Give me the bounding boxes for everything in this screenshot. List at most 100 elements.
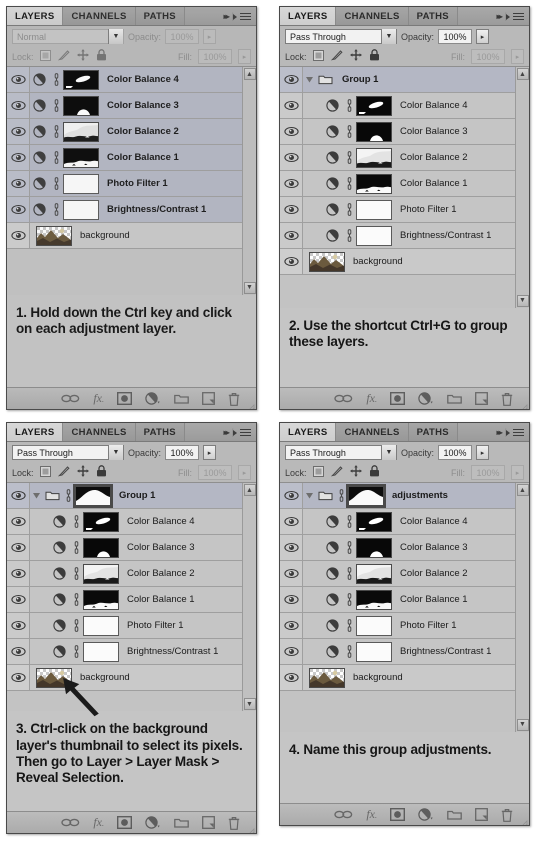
layer-name-label[interactable]: Color Balance 3	[392, 542, 468, 553]
blend-mode-select[interactable]: Pass Through ▼	[285, 445, 397, 460]
layer-name-label[interactable]: background	[345, 256, 403, 267]
layer-row[interactable]: Color Balance 2	[280, 145, 515, 171]
mask-link-icon[interactable]	[342, 203, 356, 216]
new-adjustment-layer-icon[interactable]	[145, 816, 161, 829]
adjustment-layer-icon[interactable]	[323, 99, 342, 112]
layer-name-label[interactable]: Color Balance 2	[392, 568, 468, 579]
tab-channels[interactable]: CHANNELS	[336, 423, 409, 441]
scroll-down-button[interactable]: ▼	[243, 698, 256, 711]
layer-name-label[interactable]: Color Balance 1	[99, 152, 179, 163]
group-layer-mask-thumbnail[interactable]	[346, 483, 386, 508]
visibility-toggle-icon[interactable]	[7, 197, 30, 222]
collapse-to-icons-icon[interactable]: ▸▸	[224, 428, 230, 437]
mask-link-icon[interactable]	[49, 203, 63, 216]
new-layer-icon[interactable]	[202, 816, 215, 829]
layer-mask-thumbnail[interactable]	[63, 173, 99, 194]
fill-stepper[interactable]: ▸	[238, 49, 251, 64]
layer-row[interactable]: Color Balance 1	[7, 587, 242, 613]
layer-mask-thumbnail[interactable]	[356, 537, 392, 558]
fill-stepper[interactable]: ▸	[511, 465, 524, 480]
lock-image-pixels-icon[interactable]	[330, 464, 343, 482]
layer-row[interactable]: Color Balance 4	[280, 509, 515, 535]
visibility-toggle-icon[interactable]	[280, 587, 303, 612]
visibility-toggle-icon[interactable]	[7, 67, 30, 92]
blend-mode-select[interactable]: Pass Through ▼	[12, 445, 124, 460]
tab-layers[interactable]: LAYERS	[7, 423, 64, 441]
layer-mask-thumbnail[interactable]	[356, 511, 392, 532]
group-layer-mask-thumbnail[interactable]	[73, 483, 113, 508]
collapse-to-icons-icon[interactable]: ▸▸	[224, 12, 230, 21]
adjustment-layer-icon[interactable]	[323, 177, 342, 190]
layer-mask-thumbnail[interactable]	[356, 147, 392, 168]
lock-image-pixels-icon[interactable]	[57, 48, 70, 66]
visibility-toggle-icon[interactable]	[280, 665, 303, 690]
visibility-toggle-icon[interactable]	[280, 509, 303, 534]
layer-row[interactable]: Color Balance 1	[280, 587, 515, 613]
visibility-toggle-icon[interactable]	[7, 223, 30, 248]
opacity-stepper[interactable]: ▸	[203, 29, 217, 44]
layer-name-label[interactable]: Color Balance 1	[392, 178, 468, 189]
fill-input[interactable]: 100%	[471, 465, 505, 480]
adjustment-layer-icon[interactable]	[323, 619, 342, 632]
layer-name-label[interactable]: Color Balance 1	[392, 594, 468, 605]
layer-row[interactable]: Color Balance 4	[7, 509, 242, 535]
fill-input[interactable]: 100%	[471, 49, 505, 64]
mask-link-icon[interactable]	[69, 515, 83, 528]
mask-link-icon[interactable]	[334, 489, 348, 502]
visibility-toggle-icon[interactable]	[280, 145, 303, 170]
layer-name-label[interactable]: Brightness/Contrast 1	[99, 204, 206, 215]
layer-mask-thumbnail[interactable]	[83, 589, 119, 610]
chevron-down-icon[interactable]: ▼	[108, 29, 123, 44]
layer-mask-thumbnail[interactable]	[356, 121, 392, 142]
adjustment-layer-icon[interactable]	[50, 593, 69, 606]
layer-name-label[interactable]: Photo Filter 1	[119, 620, 184, 631]
opacity-input[interactable]: 100%	[438, 29, 473, 44]
fill-input[interactable]: 100%	[198, 465, 232, 480]
layer-style-fx-icon[interactable]: fx.	[93, 815, 104, 830]
layer-group-row[interactable]: Group 1	[280, 67, 515, 93]
mask-link-icon[interactable]	[69, 645, 83, 658]
mask-link-icon[interactable]	[342, 151, 356, 164]
mask-link-icon[interactable]	[49, 177, 63, 190]
delete-layer-icon[interactable]	[228, 816, 240, 830]
layer-row[interactable]: Color Balance 2	[7, 119, 242, 145]
resize-grip-icon[interactable]	[519, 816, 528, 825]
layer-name-label[interactable]: Color Balance 3	[119, 542, 195, 553]
adjustment-layer-icon[interactable]	[323, 203, 342, 216]
layer-name-label[interactable]: Group 1	[334, 74, 378, 85]
fill-stepper[interactable]: ▸	[511, 49, 524, 64]
layer-name-label[interactable]: Color Balance 1	[119, 594, 195, 605]
adjustment-layer-icon[interactable]	[50, 619, 69, 632]
lock-position-icon[interactable]	[349, 464, 362, 482]
fill-stepper[interactable]: ▸	[238, 465, 251, 480]
layer-name-label[interactable]: background	[345, 672, 403, 683]
mask-link-icon[interactable]	[69, 567, 83, 580]
opacity-stepper[interactable]: ▸	[476, 445, 490, 460]
visibility-toggle-icon[interactable]	[7, 561, 30, 586]
chevron-down-icon[interactable]: ▼	[108, 445, 123, 460]
adjustment-layer-icon[interactable]	[323, 567, 342, 580]
layer-mask-thumbnail[interactable]	[63, 147, 99, 168]
layer-name-label[interactable]: Color Balance 3	[392, 126, 468, 137]
layer-thumbnail[interactable]	[36, 225, 72, 246]
visibility-toggle-icon[interactable]	[280, 223, 303, 248]
layer-name-label[interactable]: Color Balance 2	[392, 152, 468, 163]
layer-name-label[interactable]: Color Balance 2	[99, 126, 179, 137]
link-layers-icon[interactable]	[61, 817, 80, 828]
adjustment-layer-icon[interactable]	[50, 567, 69, 580]
link-layers-icon[interactable]	[334, 809, 353, 820]
visibility-toggle-icon[interactable]	[7, 171, 30, 196]
opacity-stepper[interactable]: ▸	[476, 29, 490, 44]
layer-name-label[interactable]: background	[72, 230, 130, 241]
panel-menu-icon[interactable]	[233, 428, 251, 437]
layer-row-background[interactable]: background	[280, 249, 515, 275]
layer-name-label[interactable]: adjustments	[384, 490, 448, 501]
layer-mask-thumbnail[interactable]	[356, 641, 392, 662]
layer-name-label[interactable]: Brightness/Contrast 1	[392, 646, 491, 657]
adjustment-layer-icon[interactable]	[50, 515, 69, 528]
layer-name-label[interactable]: Group 1	[111, 490, 155, 501]
adjustment-layer-icon[interactable]	[30, 203, 49, 216]
layer-name-label[interactable]: Color Balance 2	[119, 568, 195, 579]
visibility-toggle-icon[interactable]	[7, 145, 30, 170]
opacity-stepper[interactable]: ▸	[203, 445, 217, 460]
